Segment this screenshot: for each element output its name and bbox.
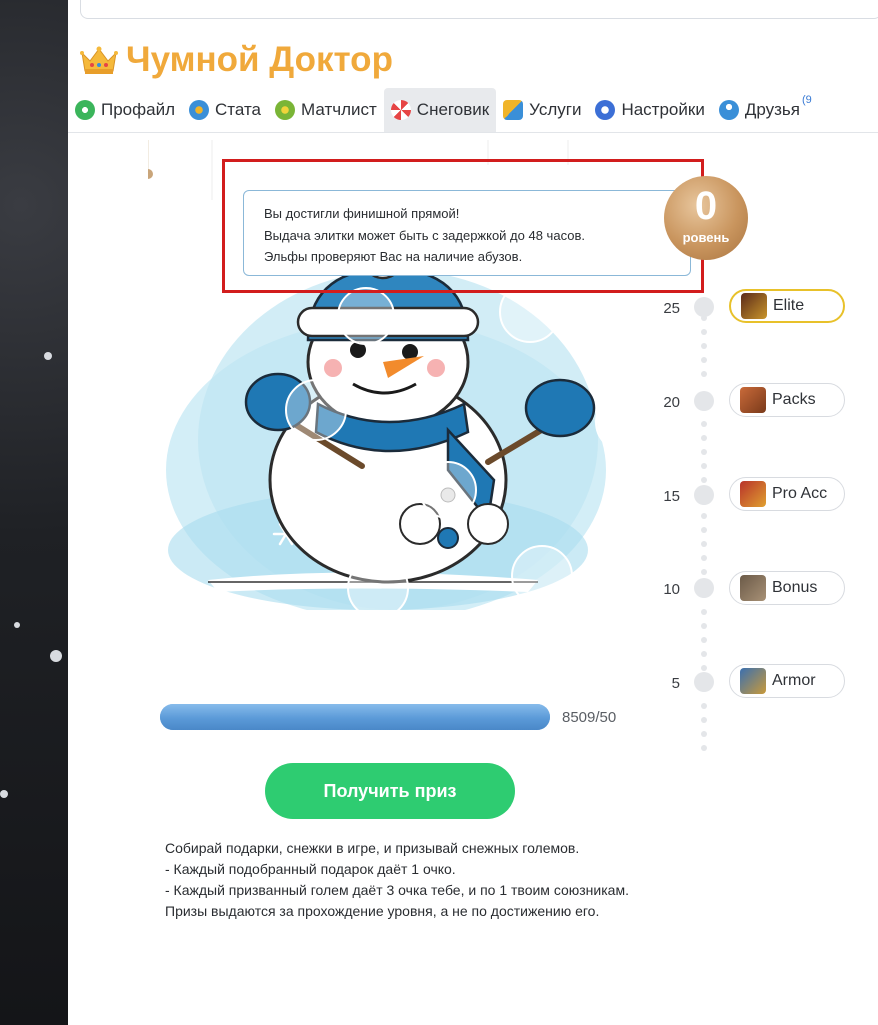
- level-dot: [694, 391, 714, 411]
- tab-label: Настройки: [621, 100, 705, 119]
- top-bar-text: ...: [800, 0, 821, 5]
- level-value: 15: [663, 488, 680, 505]
- tab-friends[interactable]: Друзья (9: [712, 88, 823, 132]
- bonus-icon: [740, 575, 766, 601]
- reward-pro-acc[interactable]: Pro Acc: [729, 477, 845, 511]
- reward-armor[interactable]: Armor: [729, 664, 845, 698]
- pro-acc-icon: [740, 481, 766, 507]
- services-icon: [503, 100, 524, 120]
- tab-label: Снеговик: [416, 100, 490, 119]
- tab-snowman[interactable]: Снеговик: [383, 88, 497, 132]
- level-value: 20: [663, 394, 680, 411]
- reward-label: Pro Acc: [772, 485, 828, 502]
- progress-bar: [160, 704, 550, 730]
- description-line: Призы выдаются за прохождение уровня, а …: [165, 903, 600, 919]
- reward-bonus[interactable]: Bonus: [729, 571, 845, 605]
- level-dot: [694, 578, 714, 598]
- level-dot: [694, 297, 714, 317]
- tab-settings[interactable]: Настройки: [588, 88, 711, 132]
- tooltip-line: Выдача элитки может быть с задержкой до …: [264, 227, 585, 243]
- profile-icon: [75, 100, 95, 120]
- candy-icon: [390, 100, 411, 120]
- level-value: 5: [671, 675, 680, 692]
- main-panel: ... Чумной Доктор Профайл Стата Матчлист: [68, 0, 878, 1025]
- claim-prize-button[interactable]: Получить приз: [265, 763, 515, 819]
- crown-icon: [80, 46, 118, 74]
- snow-dot: [14, 622, 20, 628]
- level-value: 10: [663, 581, 680, 598]
- reward-packs[interactable]: Packs: [729, 383, 845, 417]
- description-line: - Каждый подобранный подарок даёт 1 очко…: [165, 861, 456, 877]
- elite-icon: [741, 293, 767, 319]
- packs-icon: [740, 387, 766, 413]
- reward-label: Elite: [773, 297, 805, 314]
- progress-text: 8509/50: [562, 709, 617, 726]
- tab-label: Профайл: [101, 100, 175, 119]
- tab-label: Стата: [215, 100, 262, 119]
- tab-services[interactable]: Услуги: [496, 88, 588, 132]
- progress-fill: [160, 704, 550, 730]
- snow-dot: [50, 650, 62, 662]
- description: Собирай подарки, снежки в игре, и призыв…: [165, 838, 635, 922]
- matchlist-icon: [275, 100, 296, 120]
- tooltip-line: Вы достигли финишной прямой!: [264, 206, 460, 221]
- level-dot: [694, 672, 714, 692]
- level-label: ровень: [682, 230, 730, 245]
- snow-dot: [44, 352, 52, 360]
- top-bar: ...: [80, 0, 878, 19]
- level-number: 0: [694, 184, 718, 228]
- reward-elite[interactable]: Elite: [729, 289, 845, 323]
- level-value: 25: [663, 300, 680, 317]
- reward-label: Packs: [772, 391, 816, 408]
- finish-tooltip: Вы достигли финишной прямой! Выдача элит…: [243, 190, 691, 276]
- level-ornament: 0 ровень: [664, 176, 748, 260]
- tab-label: Друзья: [744, 100, 800, 119]
- tab-label: Услуги: [529, 100, 582, 119]
- tab-label: Матчлист: [301, 100, 377, 119]
- friends-icon: [718, 100, 739, 120]
- description-line: - Каждый призванный голем даёт 3 очка те…: [165, 882, 629, 898]
- level-dot: [694, 485, 714, 505]
- snow-dot: [0, 790, 8, 798]
- armor-icon: [740, 668, 766, 694]
- page-title: Чумной Доктор: [80, 40, 393, 80]
- tab-matchlist[interactable]: Матчлист: [268, 88, 384, 132]
- profile-name: Чумной Доктор: [126, 40, 393, 79]
- reward-label: Armor: [772, 672, 816, 689]
- tab-stats[interactable]: Стата: [182, 88, 268, 132]
- reward-label: Bonus: [772, 579, 818, 596]
- settings-icon: [595, 100, 616, 120]
- tab-profile[interactable]: Профайл: [68, 88, 182, 132]
- tooltip-line: Эльфы проверяют Вас на наличие абузов.: [264, 249, 523, 264]
- description-line: Собирай подарки, снежки в игре, и призыв…: [165, 840, 580, 856]
- background-panel: [0, 0, 68, 1025]
- stats-icon: [189, 100, 209, 120]
- profile-tabs: Профайл Стата Матчлист Снеговик Услуги Н…: [68, 88, 878, 133]
- friends-count-badge: (9: [801, 94, 812, 106]
